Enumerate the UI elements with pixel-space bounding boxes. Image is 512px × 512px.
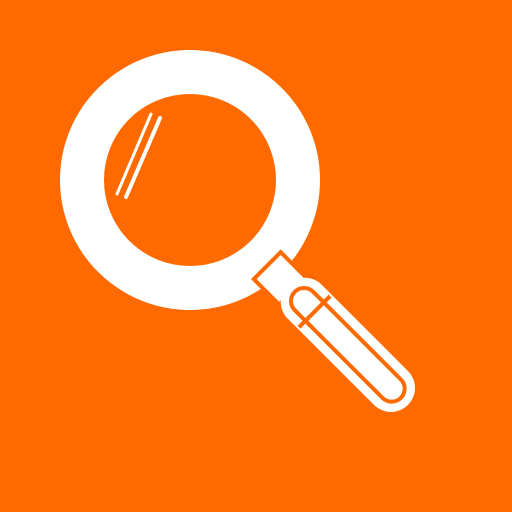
lens-ring: [60, 50, 320, 310]
search-app-icon: [0, 0, 512, 512]
handle-assembly: [250, 249, 415, 412]
magnifying-glass-icon: [60, 50, 415, 412]
